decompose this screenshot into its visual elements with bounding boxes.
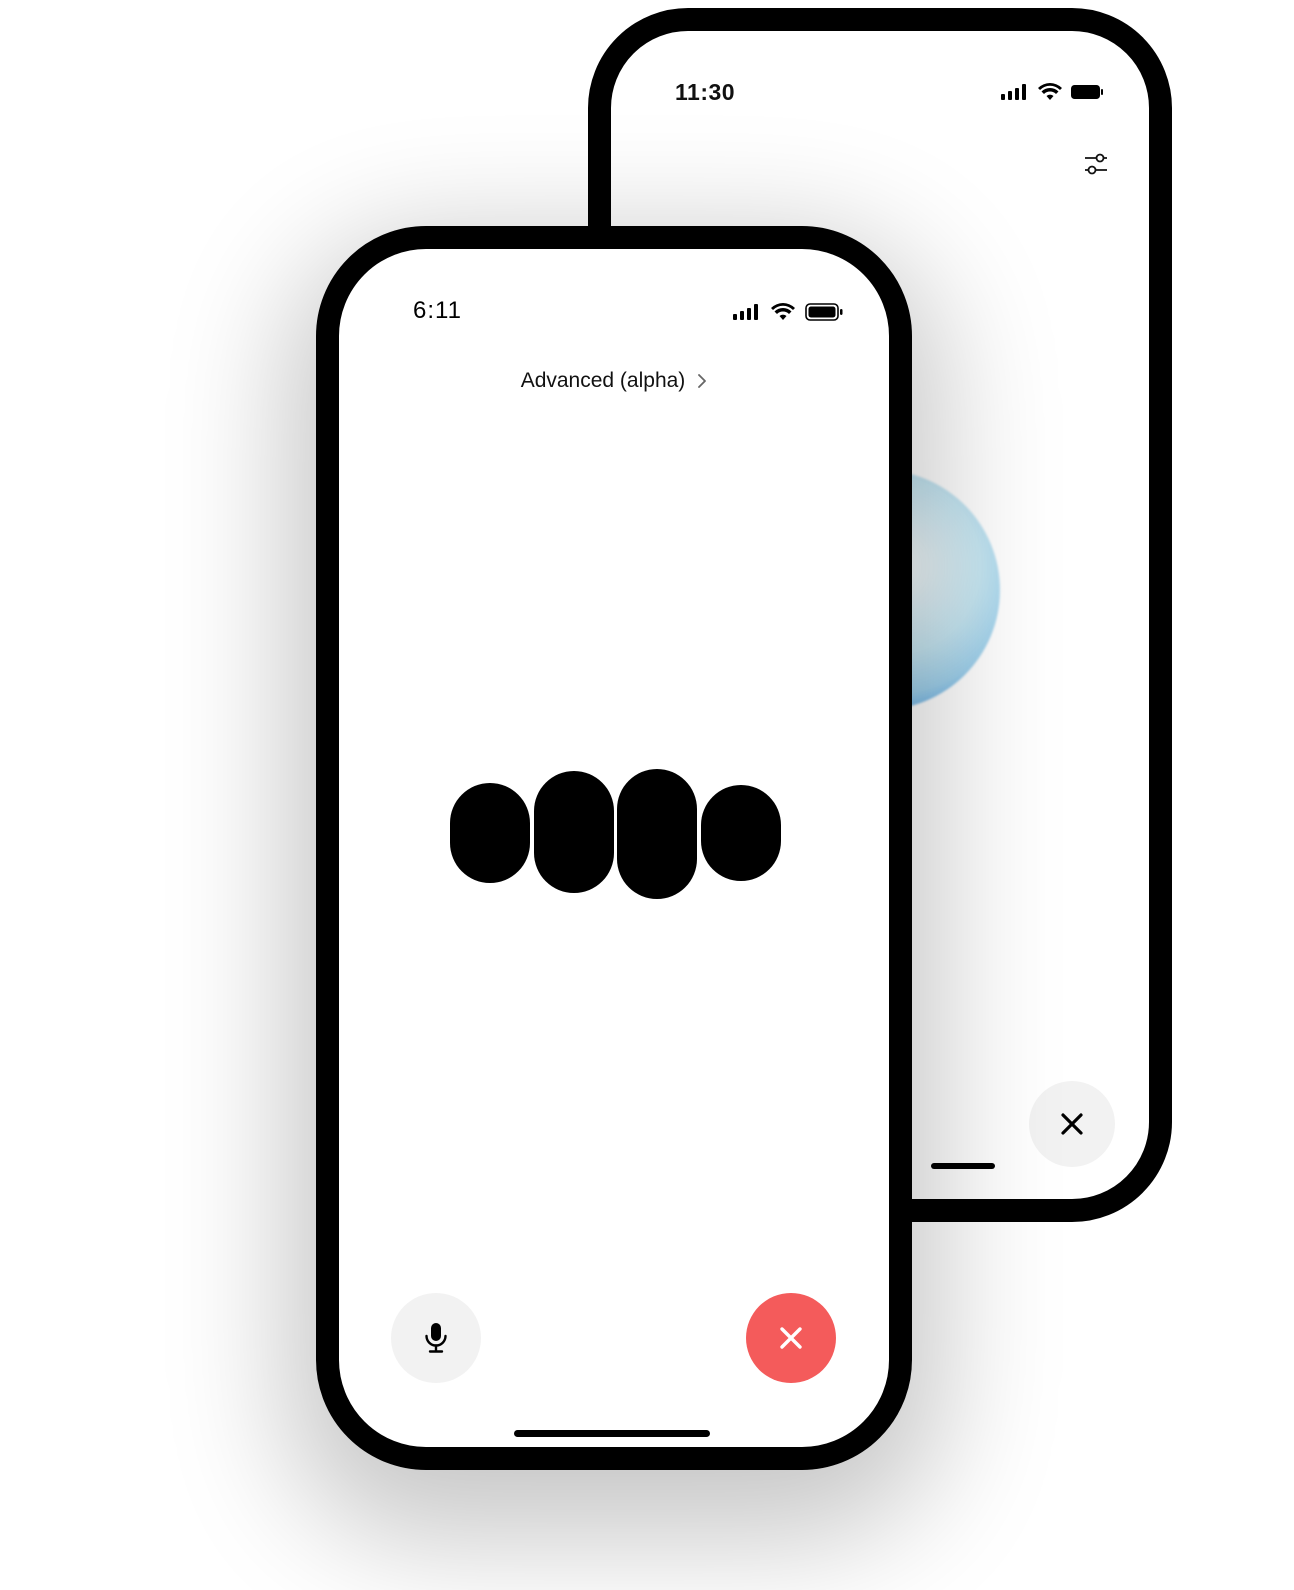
voice-bar [534,771,614,893]
voice-activity-bars-icon [450,769,782,901]
chevron-right-icon [698,374,707,388]
mode-label: Advanced (alpha) [520,369,686,392]
mode-selector[interactable]: Advanced (alpha) [339,369,889,393]
close-icon [780,1327,802,1349]
status-icons [1001,83,1103,101]
home-indicator [931,1163,995,1169]
close-button[interactable] [1029,1081,1115,1167]
front-phone: 6:11 Advanced (alpha) [316,226,912,1470]
voice-bar [701,785,781,881]
cellular-signal-icon [733,304,758,320]
wifi-icon [1038,83,1062,100]
status-time: 6:11 [413,297,462,324]
status-icons [733,303,843,321]
microphone-icon [425,1323,447,1353]
close-icon [1061,1113,1083,1135]
sliders-icon[interactable] [1081,149,1111,179]
status-time: 11:30 [675,79,736,105]
home-indicator [514,1430,710,1437]
mic-button[interactable] [391,1293,481,1383]
wifi-icon [771,303,795,320]
back-status-bar: 11:30 [611,31,1149,111]
end-call-button[interactable] [746,1293,836,1383]
battery-icon [1071,85,1103,99]
promo-stage: 11:30 6:11 Advanced (alpha) [0,0,1294,1590]
cellular-signal-icon [1001,84,1026,100]
voice-bar [617,769,697,899]
battery-icon [805,303,843,321]
voice-bar [450,783,530,883]
